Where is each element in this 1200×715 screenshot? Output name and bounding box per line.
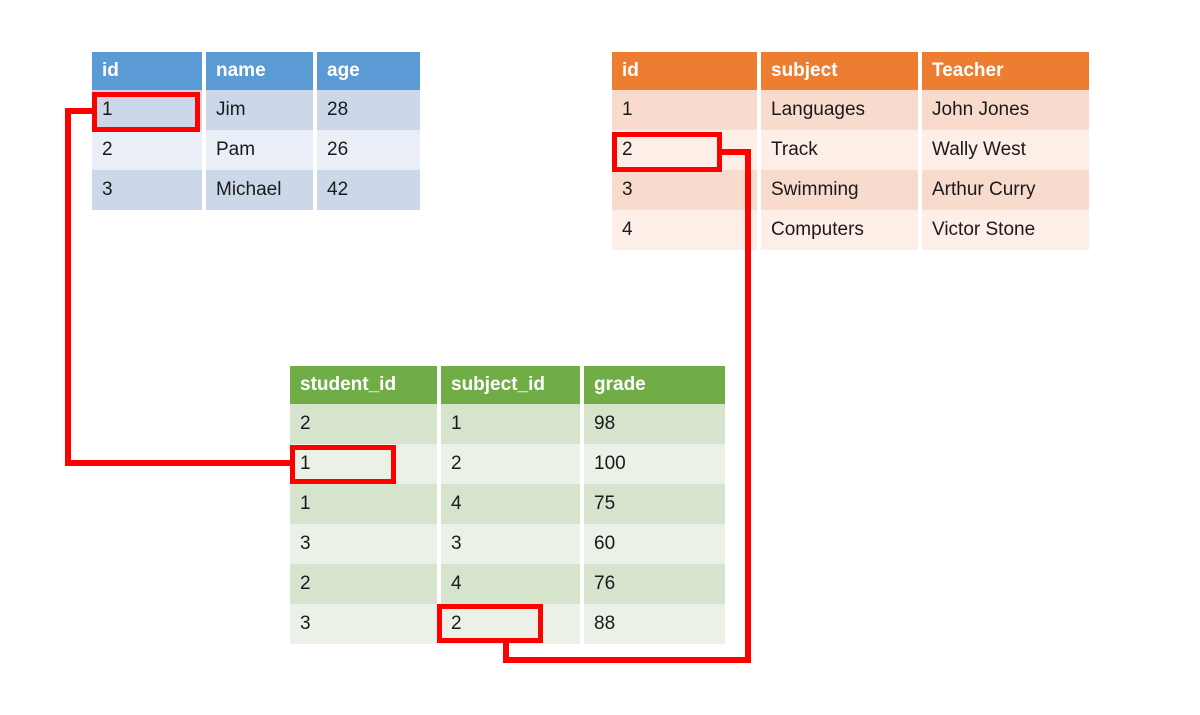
cell-id: 3 [612,170,757,210]
cell-id: 1 [92,90,202,130]
table-row: 3 Swimming Arthur Curry [612,170,1089,210]
cell-id: 3 [92,170,202,210]
table-row: 3 2 88 [290,604,725,644]
cell-grade: 100 [580,444,725,484]
table-row: 4 Computers Victor Stone [612,210,1089,250]
table-row: 2 4 76 [290,564,725,604]
column-header-student-id: student_id [290,366,437,404]
diagram-canvas: id name age 1 Jim 28 2 Pam 26 3 Michael … [0,0,1200,715]
cell-student-id: 3 [290,604,437,644]
column-header-teacher: Teacher [918,52,1089,90]
cell-grade: 76 [580,564,725,604]
cell-name: Michael [202,170,313,210]
subjects-table: id subject Teacher 1 Languages John Jone… [612,52,1089,250]
cell-teacher: Victor Stone [918,210,1089,250]
table-row: 1 2 100 [290,444,725,484]
cell-teacher: Arthur Curry [918,170,1089,210]
table-row: 3 Michael 42 [92,170,420,210]
cell-teacher: Wally West [918,130,1089,170]
cell-student-id: 2 [290,404,437,444]
cell-name: Pam [202,130,313,170]
column-header-name: name [202,52,313,90]
cell-id: 2 [612,130,757,170]
cell-age: 26 [313,130,420,170]
table-row: 2 Track Wally West [612,130,1089,170]
cell-id: 4 [612,210,757,250]
cell-subject-id: 2 [437,604,580,644]
column-header-id: id [612,52,757,90]
column-header-age: age [313,52,420,90]
cell-grade: 60 [580,524,725,564]
table-row: 2 1 98 [290,404,725,444]
cell-id: 1 [612,90,757,130]
cell-subject-id: 4 [437,564,580,604]
cell-subject-id: 1 [437,404,580,444]
column-header-grade: grade [580,366,725,404]
cell-subject-id: 3 [437,524,580,564]
column-header-subject-id: subject_id [437,366,580,404]
cell-student-id: 1 [290,444,437,484]
cell-id: 2 [92,130,202,170]
grades-table: student_id subject_id grade 2 1 98 1 2 1… [290,366,725,644]
cell-subject: Computers [757,210,918,250]
cell-name: Jim [202,90,313,130]
table-header-row: student_id subject_id grade [290,366,725,404]
table-row: 1 Jim 28 [92,90,420,130]
cell-subject: Track [757,130,918,170]
cell-student-id: 1 [290,484,437,524]
table-row: 1 4 75 [290,484,725,524]
cell-subject-id: 4 [437,484,580,524]
cell-student-id: 2 [290,564,437,604]
cell-grade: 75 [580,484,725,524]
column-header-id: id [92,52,202,90]
cell-subject-id: 2 [437,444,580,484]
cell-age: 28 [313,90,420,130]
cell-subject: Languages [757,90,918,130]
table-row: 1 Languages John Jones [612,90,1089,130]
cell-grade: 98 [580,404,725,444]
cell-subject: Swimming [757,170,918,210]
table-row: 2 Pam 26 [92,130,420,170]
table-row: 3 3 60 [290,524,725,564]
cell-grade: 88 [580,604,725,644]
cell-teacher: John Jones [918,90,1089,130]
cell-student-id: 3 [290,524,437,564]
table-header-row: id subject Teacher [612,52,1089,90]
students-table: id name age 1 Jim 28 2 Pam 26 3 Michael … [92,52,420,210]
table-header-row: id name age [92,52,420,90]
column-header-subject: subject [757,52,918,90]
cell-age: 42 [313,170,420,210]
